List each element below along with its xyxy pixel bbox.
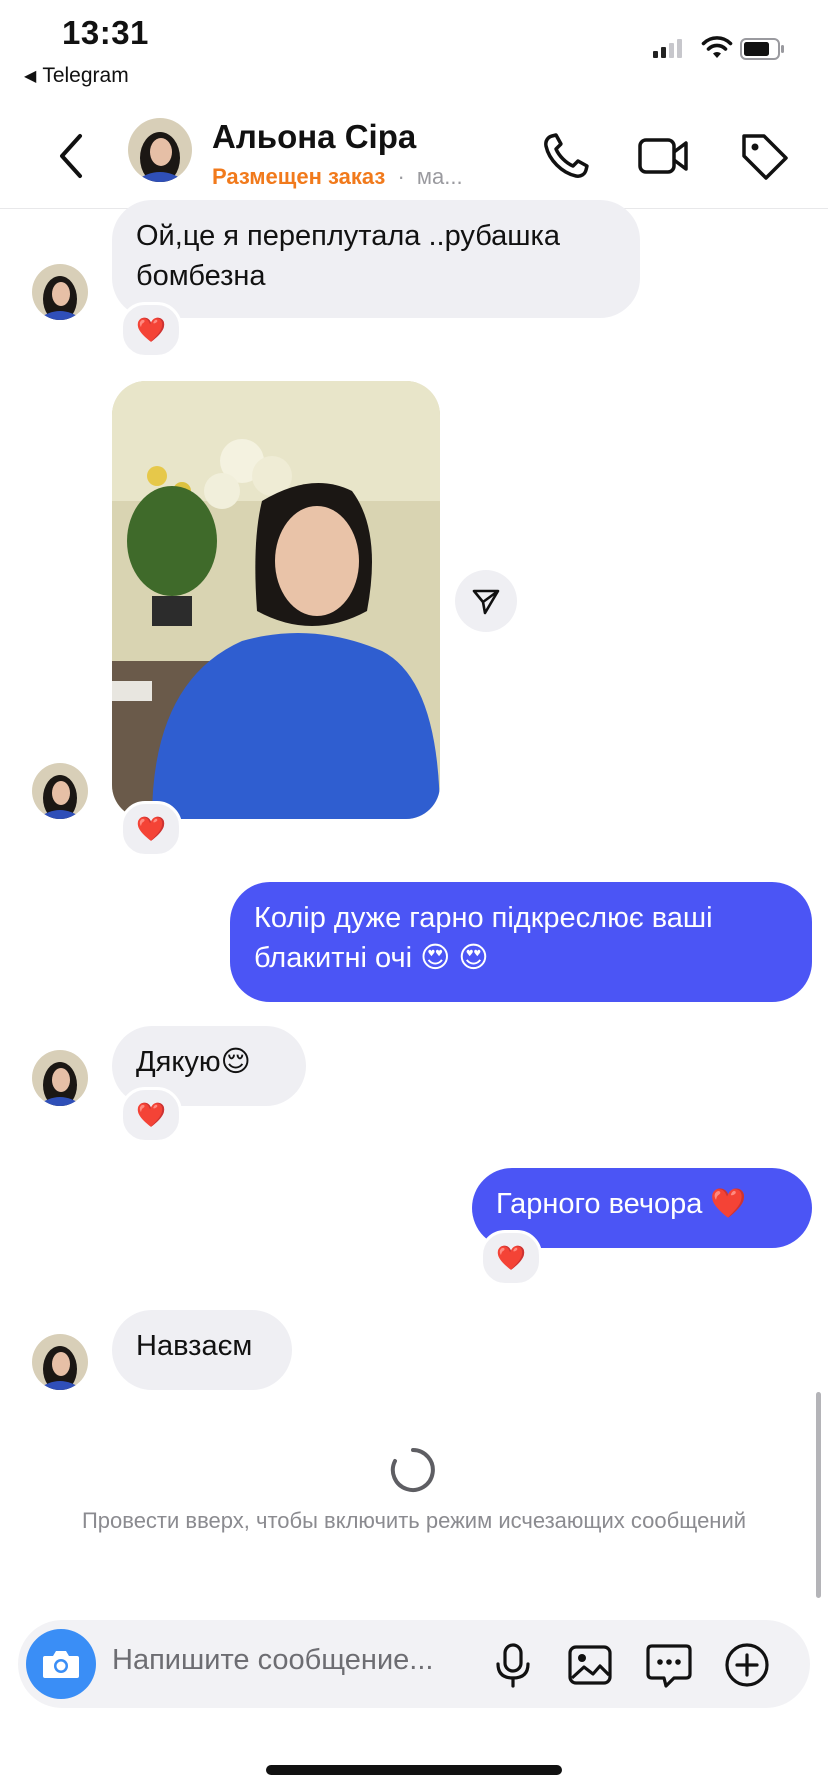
contact-subtitle: Размещен заказ · ма... xyxy=(212,164,463,190)
home-indicator[interactable] xyxy=(266,1765,562,1775)
scrollbar[interactable] xyxy=(816,1392,821,1598)
tag-icon[interactable] xyxy=(736,128,792,184)
sender-avatar[interactable] xyxy=(32,1050,88,1106)
back-app-label: Telegram xyxy=(42,64,129,87)
contact-avatar[interactable] xyxy=(128,118,192,182)
vanish-mode-hint: Провести вверх, чтобы включить режим исч… xyxy=(81,1508,747,1533)
heart-reaction[interactable]: ❤️ xyxy=(120,801,182,857)
order-status-label: Размещен заказ xyxy=(212,164,386,189)
back-chevron-icon[interactable] xyxy=(50,126,90,186)
camera-button[interactable] xyxy=(26,1629,96,1699)
photo-message[interactable] xyxy=(112,381,440,819)
sender-avatar[interactable] xyxy=(32,763,88,819)
sender-avatar[interactable] xyxy=(32,1334,88,1390)
loading-spinner-icon xyxy=(390,1448,435,1492)
gallery-image-icon[interactable] xyxy=(565,1640,615,1690)
status-time: 13:31 xyxy=(62,14,149,51)
heart-reaction[interactable]: ❤️ xyxy=(480,1230,542,1286)
camera-icon xyxy=(43,1651,79,1678)
contact-name[interactable]: Альона Сіра xyxy=(212,118,416,156)
send-arrow-icon xyxy=(472,589,500,615)
message-composer: Напишите сообщение... xyxy=(18,1620,810,1708)
share-photo-button[interactable] xyxy=(455,570,517,632)
heart-reaction[interactable]: ❤️ xyxy=(120,1087,182,1143)
heart-reaction[interactable]: ❤️ xyxy=(120,302,182,358)
microphone-icon[interactable] xyxy=(488,1640,538,1690)
sticker-chat-icon[interactable] xyxy=(644,1640,694,1690)
battery-icon xyxy=(740,38,784,60)
subtitle-extra: ма... xyxy=(416,164,463,189)
chat-header: Альона Сіра Размещен заказ · ма... xyxy=(0,104,828,209)
subtitle-separator: · xyxy=(397,164,405,189)
message-input[interactable]: Напишите сообщение... xyxy=(112,1644,433,1677)
incoming-message[interactable]: Ой,це я переплутала ..рубашка бомбезна xyxy=(112,200,640,318)
cellular-signal-icon xyxy=(653,36,682,58)
sender-avatar[interactable] xyxy=(32,264,88,320)
incoming-message[interactable]: Навзаєм xyxy=(112,1310,292,1390)
add-plus-icon[interactable] xyxy=(722,1640,772,1690)
outgoing-message[interactable]: Колір дуже гарно підкреслює ваші блакитн… xyxy=(230,882,812,1002)
phone-call-icon[interactable] xyxy=(538,128,594,184)
video-call-icon[interactable] xyxy=(636,128,692,184)
back-to-app-link[interactable]: ◀ Telegram xyxy=(24,64,129,88)
back-triangle-icon: ◀ xyxy=(24,68,37,85)
wifi-icon xyxy=(701,36,733,58)
